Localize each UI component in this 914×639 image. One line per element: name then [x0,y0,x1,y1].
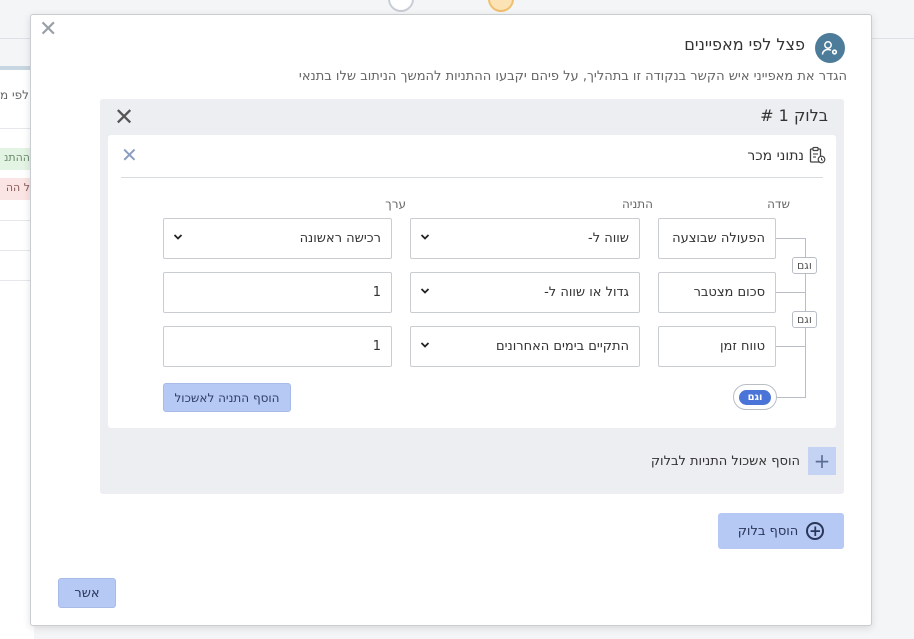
chevron-down-icon [173,234,183,240]
and-operator-badge[interactable]: וגם [792,257,817,274]
and-operator-toggle[interactable]: וגם [733,384,777,410]
chevron-down-icon [420,342,430,348]
confirm-button[interactable]: אשר [58,578,116,608]
add-group-label: הוסף אשכול התניות לבלוק [650,453,800,469]
value-select[interactable]: רכישה ראשונה [163,218,392,259]
connector-line [776,346,806,347]
condition-select-value: גדול או שווה ל- [544,285,629,300]
condition-select-value: שווה ל- [588,231,629,246]
condition-select[interactable]: התקיים בימים האחרונים [410,326,640,367]
condition-block: ✕ בלוק 1 # ✕ נתוני מכר שדה התניה ערך הפע… [100,99,844,494]
modal-title: פצל לפי מאפיינים [684,35,805,54]
and-toggle-label: וגם [739,390,771,405]
close-icon[interactable]: ✕ [39,19,57,41]
condition-select-value: התקיים בימים האחרונים [495,339,629,354]
condition-group: ✕ נתוני מכר שדה התניה ערך הפעולה שבוצעה … [108,135,836,428]
field-input[interactable]: טווח זמן [658,326,776,367]
connector-line [776,292,806,293]
condition-select[interactable]: שווה ל- [410,218,640,259]
value-input[interactable]: 1 [163,326,392,367]
condition-select[interactable]: גדול או שווה ל- [410,272,640,313]
add-block-label: הוסף בלוק [737,523,799,539]
user-settings-icon [815,33,845,63]
field-input[interactable]: הפעולה שבוצעה [658,218,776,259]
background-chip-true: ההתנ [0,148,30,170]
add-group-button[interactable]: + הוסף אשכול התניות לבלוק [651,447,836,475]
background-row-divider [0,280,34,281]
background-panel-title: לפי מ [0,88,29,102]
modal-description: הגדר את מאפייני איש הקשר בנקודה זו בתהלי… [298,69,847,84]
group-divider [121,177,823,178]
connector-line [776,397,806,398]
column-label-value: ערך [385,197,406,211]
background-chip-false: ל הה [0,178,30,200]
background-row-divider [0,128,34,129]
add-block-button[interactable]: + הוסף בלוק [718,513,844,549]
value-input[interactable]: 1 [163,272,392,313]
block-title: בלוק 1 # [760,106,828,125]
remove-block-icon[interactable]: ✕ [114,105,134,129]
background-row-divider [0,220,34,221]
split-by-attributes-modal: ✕ פצל לפי מאפיינים הגדר את מאפייני איש ה… [30,14,872,626]
field-input[interactable]: סכום מצטבר [658,272,776,313]
column-label-field: שדה [767,197,790,211]
chevron-down-icon [420,234,430,240]
remove-group-icon[interactable]: ✕ [121,145,138,165]
group-title: נתוני מכר [747,148,804,164]
plus-icon: + [808,447,836,475]
background-row-divider [0,250,34,251]
and-operator-badge[interactable]: וגם [792,311,817,328]
connector-line [776,238,806,239]
clipboard-clock-icon [809,146,826,164]
column-label-condition: התניה [621,197,653,211]
add-condition-button[interactable]: הוסף התניה לאשכול [163,383,291,412]
plus-circle-icon: + [806,522,825,540]
value-select-value: רכישה ראשונה [299,231,381,246]
chevron-down-icon [420,288,430,294]
